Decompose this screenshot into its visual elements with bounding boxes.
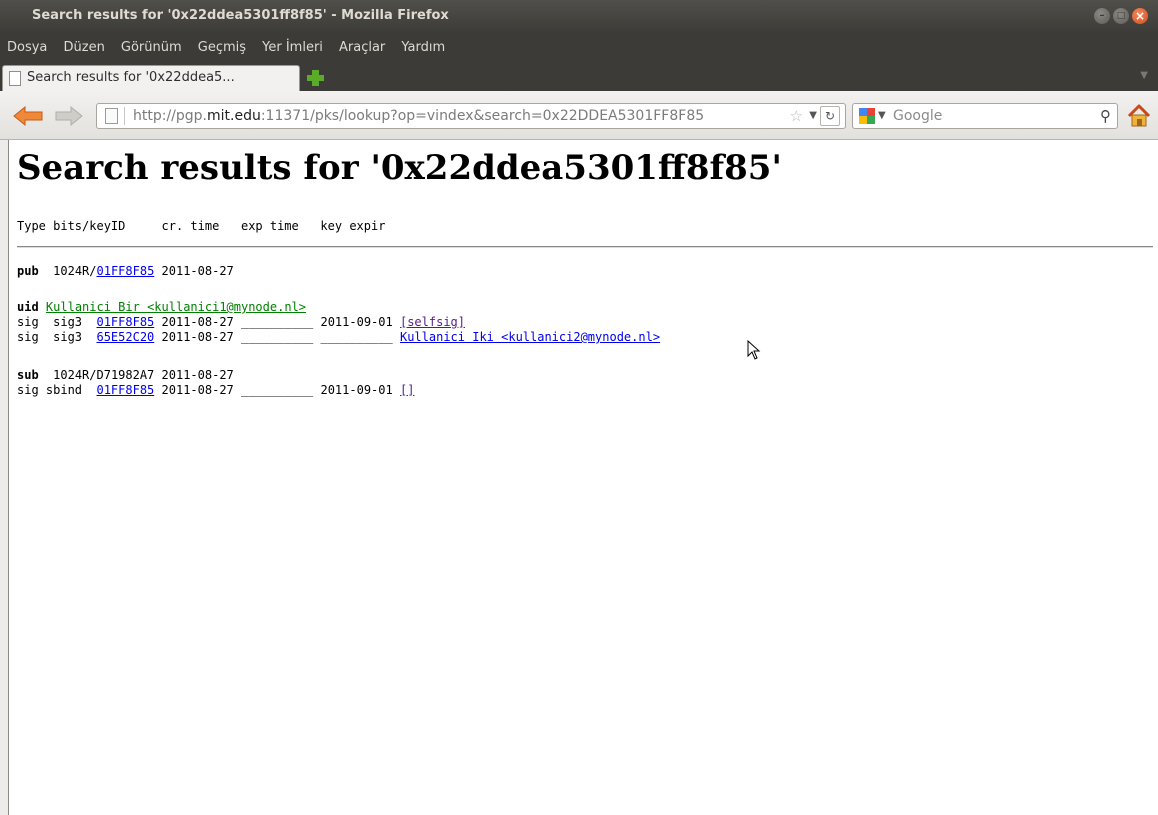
tab-active[interactable]: Search results for '0x22ddea5... [2, 65, 300, 91]
minimize-button[interactable] [1094, 8, 1110, 24]
url-history-dropdown-icon[interactable]: ▼ [809, 110, 817, 121]
sub-bits: 1024R/D71982A7 [53, 368, 155, 382]
sig-exp: 2011-09-01 [320, 315, 393, 329]
divider [17, 246, 1153, 248]
pub-bits: 1024R/ [53, 264, 97, 278]
menu-yardim[interactable]: Yardım [396, 34, 450, 62]
sig-keyid-link[interactable]: 65E52C20 [96, 330, 154, 344]
url-suffix: :11371/pks/lookup?op=vindex&search=0x22D… [260, 108, 705, 124]
tab-label: Search results for '0x22ddea5... [27, 70, 235, 85]
sig-blank: __________ [320, 330, 393, 344]
forward-arrow-icon[interactable] [54, 105, 84, 127]
sub-date: 2011-08-27 [161, 368, 234, 382]
pub-type: pub [17, 264, 39, 278]
sub-row: sub 1024R/D71982A7 2011-08-27 [17, 368, 234, 382]
mouse-cursor-icon [747, 339, 761, 364]
sbind-blank: __________ [241, 383, 314, 397]
maximize-button[interactable] [1113, 8, 1129, 24]
window-controls [1094, 8, 1148, 24]
signer-uid-link[interactable]: Kullanici Iki <kullanici2@mynode.nl> [400, 330, 660, 344]
page-icon [9, 71, 21, 86]
home-icon[interactable] [1126, 103, 1152, 129]
sig-date: 2011-08-27 [161, 315, 234, 329]
pub-keyid-link[interactable]: 01FF8F85 [97, 264, 155, 278]
url-domain: mit.edu [207, 108, 261, 124]
google-icon[interactable] [859, 108, 875, 124]
uid-row: uid Kullanici Bir <kullanici1@mynode.nl> [17, 300, 306, 314]
selfsig-link[interactable]: [selfsig] [400, 315, 465, 329]
uid-type: uid [17, 300, 39, 314]
menu-gorunum[interactable]: Görünüm [116, 34, 187, 62]
url-text[interactable]: http://pgp.mit.edu:11371/pks/lookup?op=v… [133, 108, 704, 124]
tab-strip: Search results for '0x22ddea5... ▼ [0, 62, 1158, 91]
sbind-row: sig sbind 01FF8F85 2011-08-27 __________… [17, 383, 414, 397]
sig-row: sig sig3 65E52C20 2011-08-27 __________ … [17, 330, 660, 344]
bookmark-star-icon[interactable]: ☆ [790, 107, 803, 125]
menu-araclar[interactable]: Araçlar [334, 34, 390, 62]
search-bar[interactable]: ▼ Google ⚲ [852, 103, 1118, 129]
sig-blank: __________ [241, 315, 314, 329]
url-bar[interactable]: http://pgp.mit.edu:11371/pks/lookup?op=v… [96, 103, 846, 129]
table-header: Type bits/keyID cr. time exp time key ex… [17, 219, 386, 233]
page-icon [105, 108, 118, 124]
uid-link[interactable]: Kullanici Bir <kullanici1@mynode.nl> [46, 300, 306, 314]
tab-list-dropdown-icon[interactable]: ▼ [1140, 70, 1148, 81]
pub-date: 2011-08-27 [161, 264, 234, 278]
menu-gecmis[interactable]: Geçmiş [193, 34, 251, 62]
sbind-exp: 2011-09-01 [320, 383, 393, 397]
url-prefix: http://pgp. [133, 108, 207, 124]
pub-row: pub 1024R/01FF8F85 2011-08-27 [17, 264, 234, 278]
back-arrow-icon[interactable] [12, 105, 44, 127]
close-button[interactable] [1132, 8, 1148, 24]
sig-date: 2011-08-27 [161, 330, 234, 344]
firefox-window: Search results for '0x22ddea5301ff8f85' … [0, 0, 1158, 815]
sig-prefix: sig sig3 [17, 330, 97, 344]
page-content: Search results for '0x22ddea5301ff8f85' … [8, 140, 1158, 815]
search-input[interactable]: Google [893, 108, 942, 124]
title-bar: Search results for '0x22ddea5301ff8f85' … [0, 0, 1158, 34]
sbind-date: 2011-08-27 [161, 383, 234, 397]
sbind-link[interactable]: [] [400, 383, 414, 397]
sbind-keyid-link[interactable]: 01FF8F85 [96, 383, 154, 397]
sub-type: sub [17, 368, 39, 382]
sig-blank: __________ [241, 330, 314, 344]
search-engine-dropdown-icon[interactable]: ▼ [878, 110, 886, 121]
plus-icon[interactable] [304, 68, 328, 88]
menu-bar: Dosya Düzen Görünüm Geçmiş Yer İmleri Ar… [0, 34, 1158, 62]
page-title: Search results for '0x22ddea5301ff8f85' [17, 148, 782, 188]
menu-duzen[interactable]: Düzen [59, 34, 110, 62]
reload-icon[interactable]: ↻ [820, 106, 840, 126]
sig-row: sig sig3 01FF8F85 2011-08-27 __________ … [17, 315, 465, 329]
navigation-toolbar: http://pgp.mit.edu:11371/pks/lookup?op=v… [0, 91, 1158, 140]
menu-dosya[interactable]: Dosya [2, 34, 52, 62]
search-icon[interactable]: ⚲ [1100, 107, 1111, 125]
sig-keyid-link[interactable]: 01FF8F85 [96, 315, 154, 329]
menu-yer-imleri[interactable]: Yer İmleri [257, 34, 328, 62]
window-title: Search results for '0x22ddea5301ff8f85' … [32, 8, 449, 23]
sbind-prefix: sig sbind [17, 383, 97, 397]
url-separator [124, 107, 125, 125]
sig-prefix: sig sig3 [17, 315, 97, 329]
